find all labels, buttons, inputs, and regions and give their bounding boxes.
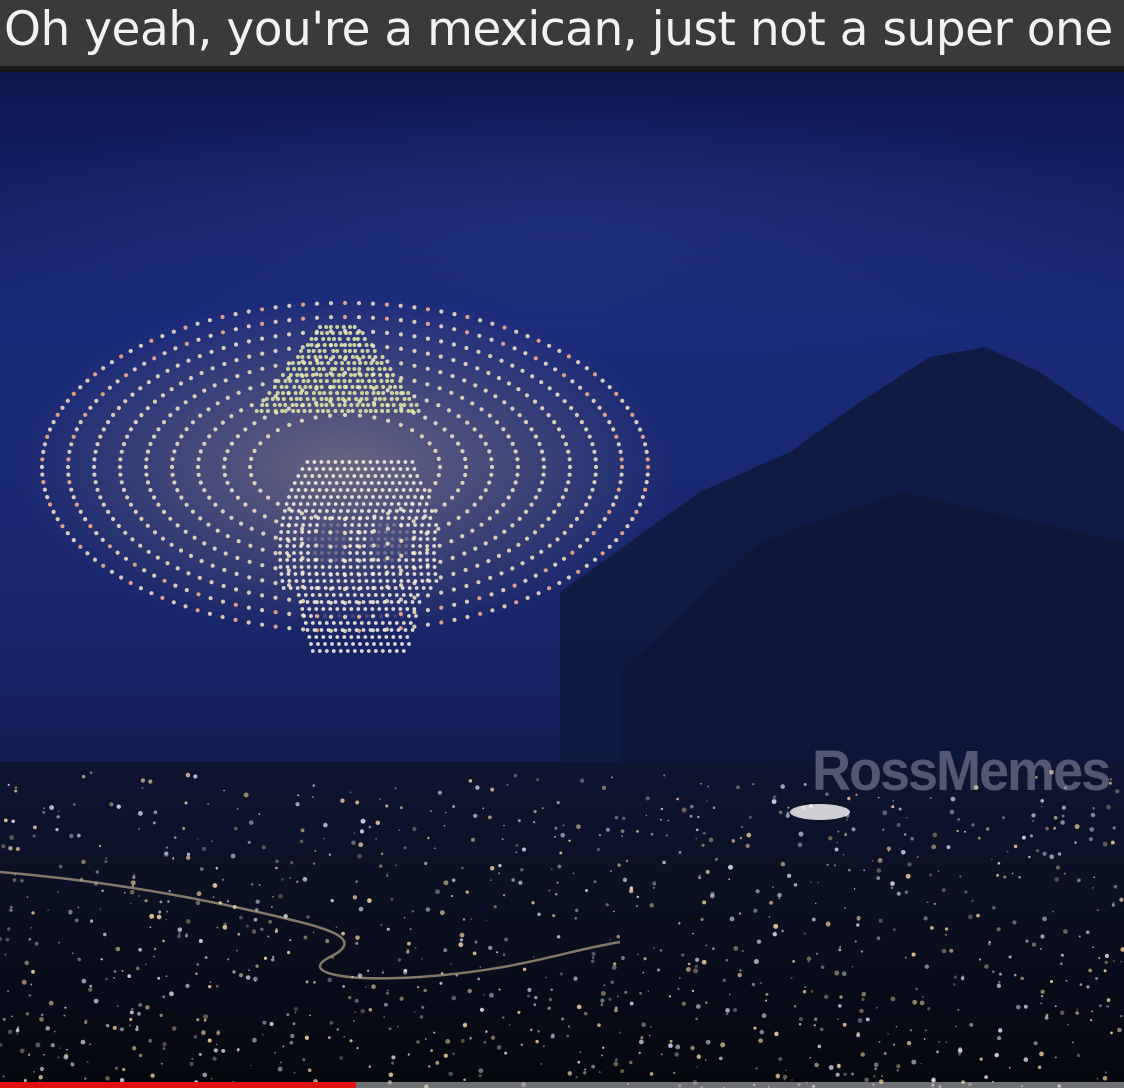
- caption-bar: Oh yeah, you're a mexican, just not a su…: [0, 0, 1124, 72]
- caption-text: Oh yeah, you're a mexican, just not a su…: [4, 2, 1113, 57]
- drone-glow: [15, 297, 675, 637]
- meme-frame: Oh yeah, you're a mexican, just not a su…: [0, 0, 1124, 1088]
- video-progress-bar[interactable]: [0, 1082, 1124, 1088]
- watermark: RossMemes: [812, 739, 1111, 803]
- night-scene-image: [0, 72, 1124, 1088]
- city-glow: [790, 804, 850, 820]
- video-progress-fill: [0, 1082, 357, 1088]
- city-ground: [0, 762, 1124, 1088]
